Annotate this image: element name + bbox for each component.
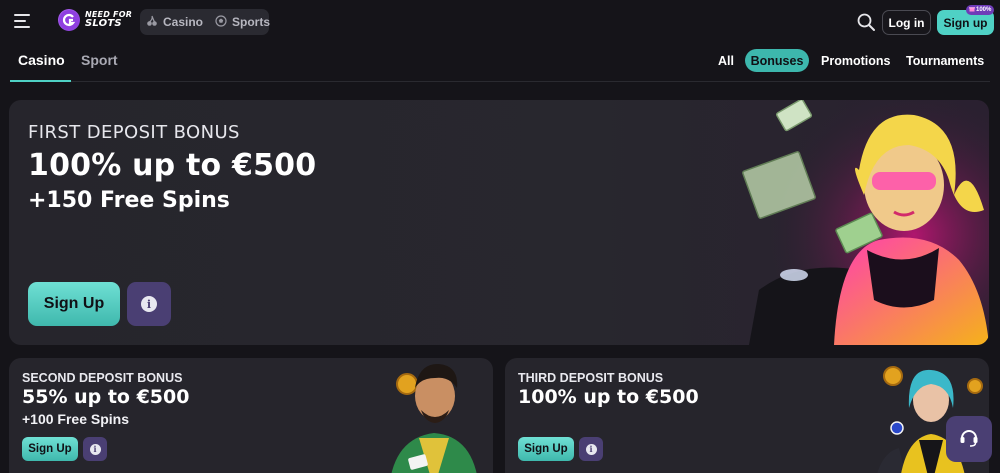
card-title: THIRD DEPOSIT BONUS	[518, 371, 664, 385]
search-icon[interactable]	[856, 12, 876, 32]
card-title: SECOND DEPOSIT BONUS	[22, 371, 183, 385]
cherry-icon	[146, 15, 158, 30]
card-offer: 100% up to €500	[518, 386, 699, 408]
logo-line2: SLOTS	[85, 18, 122, 29]
hero-character-illustration	[739, 100, 989, 345]
mode-casino-label: Casino	[163, 15, 204, 29]
tab-casino[interactable]: Casino	[18, 52, 65, 68]
mode-sports-label: Sports	[232, 15, 271, 29]
support-chat-button[interactable]	[946, 416, 992, 462]
hero-signup-button[interactable]: Sign Up	[28, 282, 120, 326]
card-signup-button[interactable]: Sign Up	[22, 437, 78, 461]
gift-icon	[969, 6, 975, 14]
filter-promotions[interactable]: Promotions	[812, 49, 899, 72]
mode-casino[interactable]: Casino	[146, 15, 203, 30]
mode-sports[interactable]: Sports	[215, 14, 271, 30]
signup-bonus-badge: 100%	[966, 5, 995, 15]
second-deposit-bonus-card: SECOND DEPOSIT BONUS 55% up to €500 +100…	[9, 358, 493, 473]
logo-mark-icon	[58, 9, 80, 31]
info-icon: i	[89, 443, 101, 455]
site-logo[interactable]: NEED FOR SLOTS	[58, 9, 132, 31]
top-header: NEED FOR SLOTS Casino Sports Log in Sign…	[0, 0, 1000, 44]
headset-icon	[958, 426, 980, 453]
card-extra: +100 Free Spins	[22, 411, 130, 427]
logo-wordmark: NEED FOR SLOTS	[85, 11, 132, 29]
hero-offer: 100% up to €500	[28, 148, 317, 183]
signup-badge-text: 100%	[976, 7, 992, 13]
filter-bonuses[interactable]: Bonuses	[745, 49, 809, 72]
login-button[interactable]: Log in	[882, 10, 931, 35]
third-deposit-bonus-card: THIRD DEPOSIT BONUS 100% up to €500 Sign…	[505, 358, 989, 473]
tab-sport[interactable]: Sport	[81, 52, 118, 68]
hamburger-menu-icon[interactable]	[14, 14, 30, 28]
category-tabs: Casino Sport All Bonuses Promotions Tour…	[10, 46, 990, 82]
card-info-button[interactable]: i	[579, 437, 603, 461]
hero-info-button[interactable]: i	[127, 282, 171, 326]
card-signup-button[interactable]: Sign Up	[518, 437, 574, 461]
active-tab-indicator	[10, 80, 71, 82]
filter-tournaments[interactable]: Tournaments	[897, 49, 993, 72]
card-character-illustration	[391, 363, 477, 473]
info-icon: i	[585, 443, 597, 455]
card-offer: 55% up to €500	[22, 386, 190, 408]
casino-sports-switch: Casino Sports	[140, 9, 271, 35]
hero-extra: +150 Free Spins	[28, 188, 230, 213]
info-icon: i	[141, 296, 157, 312]
hero-title: FIRST DEPOSIT BONUS	[28, 122, 240, 143]
first-deposit-bonus-banner: FIRST DEPOSIT BONUS 100% up to €500 +150…	[9, 100, 989, 345]
card-info-button[interactable]: i	[83, 437, 107, 461]
filter-all[interactable]: All	[709, 49, 743, 72]
soccer-ball-icon	[215, 14, 227, 30]
